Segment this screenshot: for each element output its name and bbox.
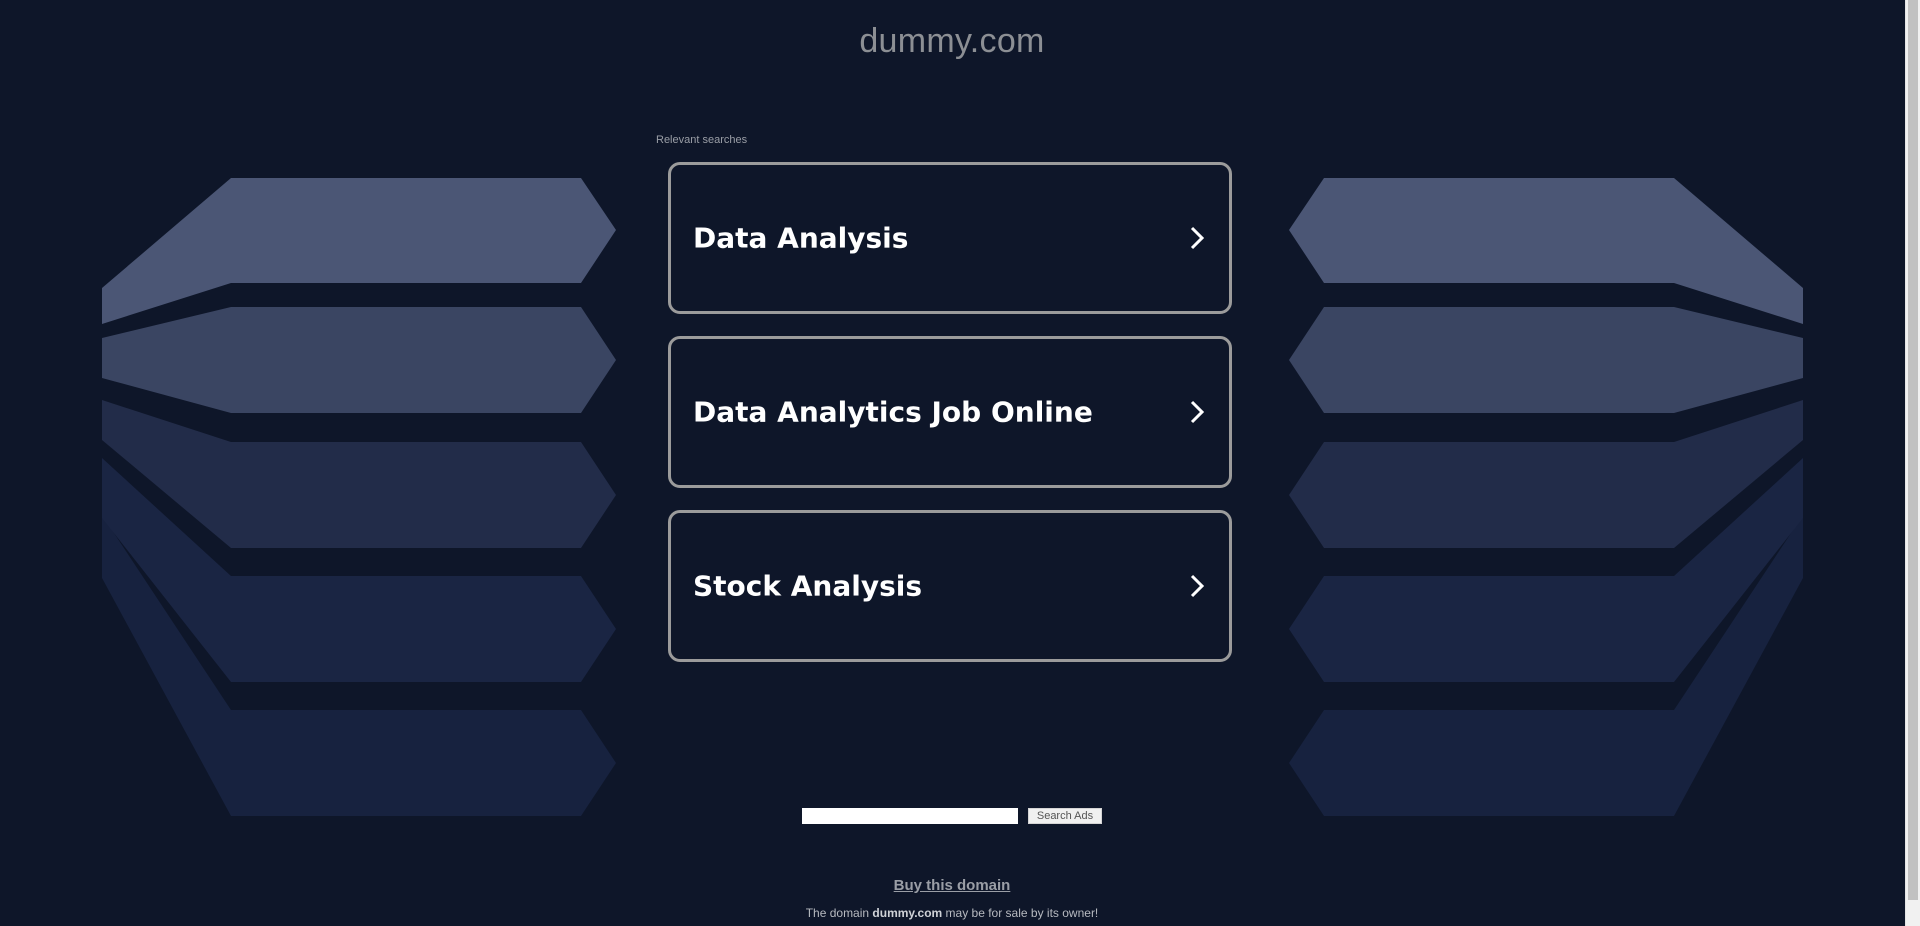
sale-notice: The domain dummy.com may be for sale by …: [0, 906, 1904, 920]
decorative-shapes-right: [1289, 178, 1803, 816]
chevron-right-icon: [1190, 400, 1205, 424]
buy-domain-link[interactable]: Buy this domain: [0, 877, 1904, 894]
sale-notice-prefix: The domain: [805, 906, 873, 920]
search-input[interactable]: [802, 808, 1018, 824]
chevron-right-icon: [1190, 226, 1205, 250]
search-result-label: Stock Analysis: [693, 569, 923, 603]
decorative-shapes-right-svg: [1289, 178, 1803, 816]
sale-notice-suffix: may be for sale by its owner!: [942, 906, 1099, 920]
domain-title: dummy.com: [859, 22, 1045, 60]
deco-shape-1: [102, 178, 616, 324]
decorative-shapes-left: [102, 178, 616, 816]
scrollbar-thumb[interactable]: [1908, 0, 1918, 900]
deco-shape-2: [1289, 307, 1803, 413]
search-result-stock-analysis[interactable]: Stock Analysis: [668, 510, 1232, 662]
search-ads-button[interactable]: Search Ads: [1028, 808, 1102, 824]
deco-shape-2: [102, 307, 616, 413]
deco-shape-3: [102, 400, 616, 548]
relevant-searches-label: Relevant searches: [656, 134, 748, 146]
vertical-scrollbar[interactable]: [1905, 0, 1920, 926]
sale-notice-domain: dummy.com: [872, 906, 943, 920]
deco-shape-3: [1289, 400, 1803, 548]
search-result-data-analytics-job-online[interactable]: Data Analytics Job Online: [668, 336, 1232, 488]
page: dummy.com Relevant searches Data Analysi…: [0, 0, 1920, 926]
deco-shape-1: [1289, 178, 1803, 324]
chevron-right-icon: [1190, 574, 1205, 598]
search-result-label: Data Analysis: [693, 221, 909, 255]
search-result-label: Data Analytics Job Online: [693, 395, 1093, 429]
search-result-data-analysis[interactable]: Data Analysis: [668, 162, 1232, 314]
decorative-shapes-left-svg: [102, 178, 616, 816]
